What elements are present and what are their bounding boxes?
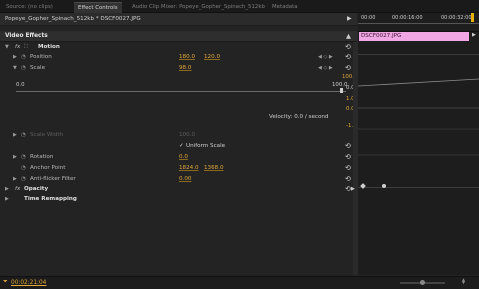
rotation-label: Rotation <box>30 154 54 160</box>
clip-bar[interactable]: DSCF0027.JPG <box>359 32 469 41</box>
anchor-point-label: Anchor Point <box>30 165 66 171</box>
keyframe-timeline[interactable]: DSCF0027.JPG ▶ <box>358 32 479 275</box>
tab-metadata[interactable]: Metadata <box>272 2 298 12</box>
keyframe-nav[interactable]: ◀ ◇ ▶ <box>318 52 333 63</box>
time-remapping-label: Time Remapping <box>24 196 77 202</box>
time-mid: 00:00:16:00 <box>392 15 423 21</box>
rotation-value[interactable]: 0.0 <box>179 152 188 163</box>
stopwatch-icon: ◔ <box>21 132 26 138</box>
anchor-point-row[interactable]: ◔ Anchor Point 1824.0 1368.0 ⟲ <box>0 163 357 174</box>
section-header: Video Effects ▲ <box>0 31 357 42</box>
ruler-line <box>358 23 479 24</box>
time-end: 00:00:32:00 <box>441 15 472 21</box>
clip-bar-label: DSCF0027.JPG <box>361 33 402 39</box>
scale-slider-thumb[interactable] <box>340 88 343 93</box>
graph-separator <box>358 54 479 55</box>
stopwatch-icon[interactable]: ◔ <box>21 63 26 74</box>
scale-width-value: 100.0 <box>179 132 196 138</box>
zoom-icon[interactable]: ⧫ <box>462 278 465 285</box>
expand-position-icon[interactable]: ▶ <box>13 52 17 63</box>
position-row[interactable]: ▶ ◔ Position 180.0 120.0 ◀ ◇ ▶ ⟲ <box>0 52 357 63</box>
uniform-scale-checkbox[interactable]: ✓ <box>179 141 184 152</box>
current-timecode[interactable]: 00:02:21:04 <box>11 278 46 288</box>
opacity-row-line <box>358 187 479 188</box>
uniform-scale-row[interactable]: ✓ Uniform Scale ⟲ <box>0 141 357 152</box>
reset-icon[interactable]: ⟲ <box>345 163 351 174</box>
reset-icon[interactable]: ⟲ <box>345 141 351 152</box>
value-graph <box>358 78 479 156</box>
position-label: Position <box>30 54 52 60</box>
time-start: 00:00 <box>361 15 376 21</box>
scale-slider-track[interactable] <box>16 91 346 92</box>
scale-value[interactable]: 98.0 <box>179 63 191 74</box>
position-y-value[interactable]: 120.0 <box>204 52 220 63</box>
time-remapping-row[interactable]: ▶ Time Remapping <box>0 194 357 205</box>
reset-icon[interactable]: ⟲ <box>345 52 351 63</box>
panel-tab-bar: Source: (no clips) Effect Controls Audio… <box>0 0 479 13</box>
scale-label: Scale <box>30 65 46 71</box>
expand-time-remapping-icon[interactable]: ▶ <box>5 194 9 205</box>
rotation-row[interactable]: ▶ ◔ Rotation 0.0 ⟲ <box>0 152 357 163</box>
reset-icon[interactable]: ⟲ <box>345 63 351 74</box>
expand-scale-width-icon: ▶ <box>13 132 17 138</box>
tab-source[interactable]: Source: (no clips) <box>6 2 53 12</box>
zoom-handle[interactable] <box>420 280 425 285</box>
stopwatch-icon[interactable]: ◔ <box>21 152 26 163</box>
scale-row[interactable]: ▼ ◔ Scale 98.0 ◀ ◇ ▶ ⟲ <box>0 63 357 74</box>
keyframe-nav[interactable]: ◀ ◇ ▶ <box>318 63 333 74</box>
play-clip-icon[interactable]: ▶ <box>347 15 352 22</box>
scroll-up-icon[interactable]: ▲ <box>346 31 351 41</box>
scale-width-row: ▶ ◔ Scale Width 100.0 <box>0 130 357 141</box>
tab-audio-clip-mixer[interactable]: Audio Clip Mixer: Popeye_Gopher_Spinach_… <box>132 2 265 12</box>
position-x-value[interactable]: 180.0 <box>179 52 195 63</box>
reset-icon[interactable]: ⟲ <box>345 152 351 163</box>
expand-scale-icon[interactable]: ▼ <box>13 63 17 74</box>
slider-min-label: 0.0 <box>16 82 25 88</box>
clip-name: Popeye_Gopher_Spinach_512kb * DSCF0027.J… <box>5 16 141 22</box>
playhead-indicator: ▶ <box>472 32 476 38</box>
clip-header-bar: Popeye_Gopher_Spinach_512kb * DSCF0027.J… <box>0 13 357 26</box>
scale-width-label: Scale Width <box>30 132 64 138</box>
anchor-y-value[interactable]: 1368.0 <box>204 163 224 174</box>
anchor-x-value[interactable]: 1824.0 <box>179 163 199 174</box>
stopwatch-icon[interactable]: ◔ <box>21 52 26 63</box>
section-title: Video Effects <box>5 33 48 39</box>
keyframe-icon[interactable] <box>382 184 386 188</box>
playhead-marker[interactable] <box>471 13 474 22</box>
expand-rotation-icon[interactable]: ▶ <box>13 152 17 163</box>
velocity-readout: Velocity: 0.0 / second <box>269 114 329 120</box>
timeline-ruler[interactable]: 00:00 00:00:16:00 00:00:32:00 <box>358 13 479 32</box>
stopwatch-icon[interactable]: ◔ <box>21 163 26 174</box>
funnel-icon[interactable]: ⏷ <box>3 278 8 286</box>
uniform-scale-label: Uniform Scale <box>186 143 226 149</box>
status-bar: ⏷ 00:02:21:04 ⧫ <box>0 276 479 289</box>
tab-effect-controls[interactable]: Effect Controls <box>74 2 122 13</box>
